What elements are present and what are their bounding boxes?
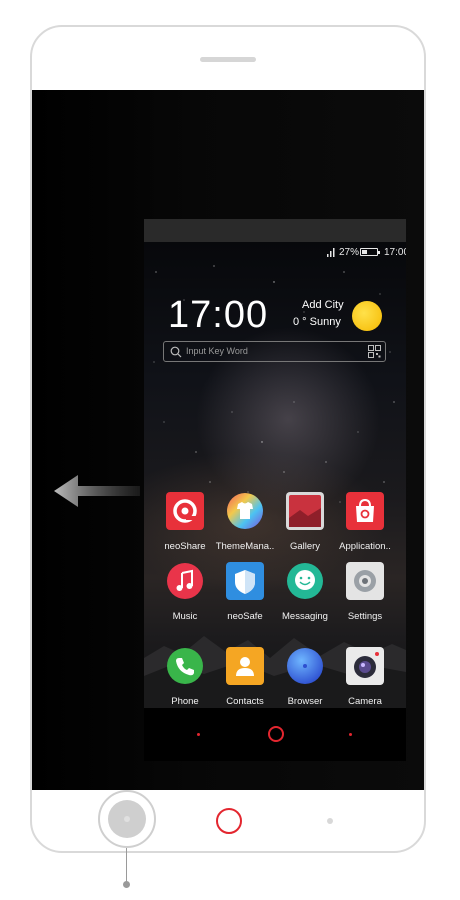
phone-icon xyxy=(167,648,203,684)
preview-top-strip xyxy=(144,219,406,242)
battery-percent: 27% xyxy=(339,247,360,258)
dock-browser[interactable]: Browser xyxy=(275,647,335,707)
browser-icon xyxy=(287,648,323,684)
app-music[interactable]: Music xyxy=(155,562,215,622)
dock-contacts[interactable]: Contacts xyxy=(215,647,275,707)
app-theme-manager[interactable]: ThemeMana.. xyxy=(215,492,275,552)
camera-icon xyxy=(346,647,384,685)
weather-condition: Sunny xyxy=(309,316,341,328)
battery-icon xyxy=(360,248,380,256)
search-placeholder: Input Key Word xyxy=(186,346,248,356)
app-neoshare[interactable]: neoShare xyxy=(155,492,215,552)
sun-icon xyxy=(352,301,382,331)
phone-screen: 27% 17:00 17:00 Add City 0 ° Sunny Input… xyxy=(32,90,424,790)
settings-icon xyxy=(346,562,384,600)
weather-temp: 0 ° xyxy=(293,316,307,328)
theme-manager-icon xyxy=(227,493,263,529)
music-icon xyxy=(167,563,203,599)
neoshare-icon xyxy=(166,492,204,530)
clock-time: 17:00 xyxy=(168,294,269,336)
app-label: Settings xyxy=(347,611,383,622)
callout-line xyxy=(126,848,127,882)
app-label: Contacts xyxy=(226,696,264,707)
app-label: neoShare xyxy=(164,541,206,552)
search-icon xyxy=(170,346,182,358)
weather-info: 0 ° Sunny xyxy=(293,316,341,328)
callout-dot xyxy=(123,881,130,888)
dock-camera[interactable]: Camera xyxy=(335,647,395,707)
app-settings[interactable]: Settings xyxy=(335,562,395,622)
menu-key-indicator[interactable] xyxy=(349,733,352,736)
qr-scan-icon[interactable] xyxy=(368,345,381,358)
add-city-link[interactable]: Add City xyxy=(302,299,344,311)
app-gallery[interactable]: Gallery xyxy=(275,492,335,552)
app-label: Gallery xyxy=(289,541,321,552)
home-hardware-key[interactable] xyxy=(216,808,242,834)
app-store-icon xyxy=(346,492,384,530)
app-label: Music xyxy=(172,611,198,622)
left-hardware-key[interactable] xyxy=(98,790,156,848)
app-label: neoSafe xyxy=(227,611,263,622)
shield-icon xyxy=(226,562,264,600)
search-bar[interactable]: Input Key Word xyxy=(163,341,386,362)
home-screen-preview[interactable]: 27% 17:00 17:00 Add City 0 ° Sunny Input… xyxy=(144,219,406,761)
right-hardware-key[interactable] xyxy=(327,818,333,824)
status-bar: 27% 17:00 xyxy=(144,244,406,262)
dock-phone[interactable]: Phone xyxy=(155,647,215,707)
app-application-store[interactable]: Application.. xyxy=(335,492,395,552)
home-key-indicator[interactable] xyxy=(268,726,284,742)
swipe-left-arrow-icon xyxy=(54,475,140,507)
signal-icon xyxy=(327,248,335,257)
status-time: 17:00 xyxy=(384,247,406,258)
app-neosafe[interactable]: neoSafe xyxy=(215,562,275,622)
app-label: ThemeMana.. xyxy=(215,541,275,552)
app-label: Application.. xyxy=(339,541,391,552)
navigation-bar xyxy=(144,708,406,761)
contacts-icon xyxy=(226,647,264,685)
app-label: Browser xyxy=(287,696,323,707)
back-key-indicator[interactable] xyxy=(197,733,200,736)
earpiece-speaker xyxy=(200,57,256,62)
gallery-icon xyxy=(286,492,324,530)
left-key-dot xyxy=(124,816,130,822)
app-label: Camera xyxy=(348,696,382,707)
messaging-icon xyxy=(287,563,323,599)
app-messaging[interactable]: Messaging xyxy=(275,562,335,622)
app-label: Phone xyxy=(171,696,199,707)
app-label: Messaging xyxy=(282,611,328,622)
